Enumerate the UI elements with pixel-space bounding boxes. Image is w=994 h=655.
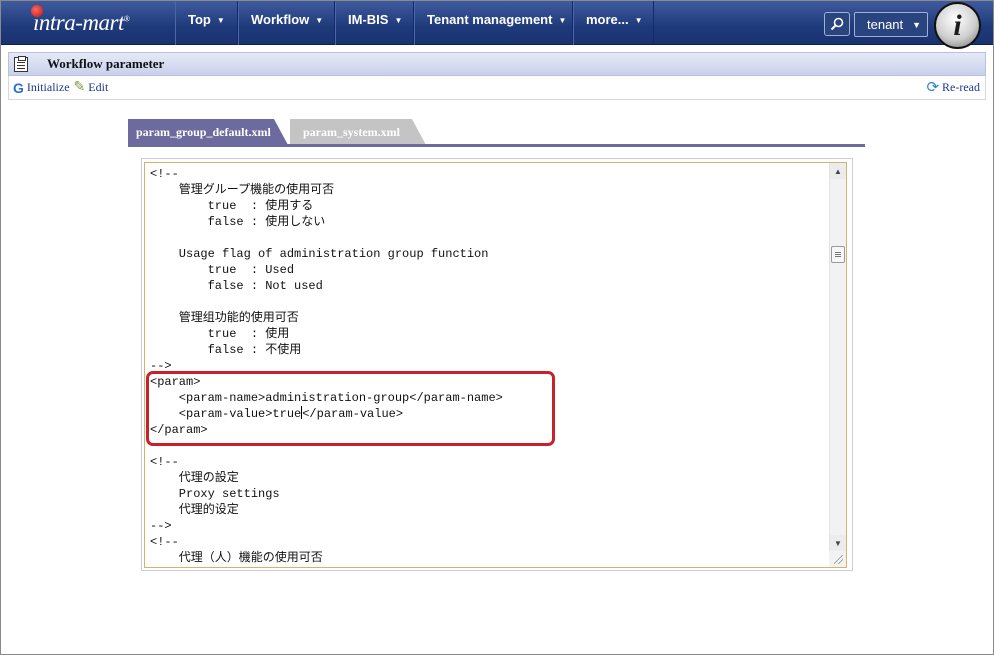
text-cursor bbox=[301, 406, 303, 419]
code-line: 管理组功能的使用可否 bbox=[150, 311, 299, 325]
code-line: false : 使用しない bbox=[150, 215, 326, 229]
code-line: --> bbox=[150, 519, 172, 533]
file-tabs: param_group_default.xml param_system.xml bbox=[128, 119, 865, 145]
code-line: <!-- bbox=[150, 167, 179, 181]
code-line: false : Not used bbox=[150, 279, 323, 293]
initialize-button[interactable]: G Initialize bbox=[13, 80, 70, 96]
page-title: Workflow parameter bbox=[47, 56, 165, 71]
menu-item-label: Workflow bbox=[251, 12, 310, 27]
logo-text: intra-mart® bbox=[31, 5, 130, 36]
menu-item-label: Tenant management bbox=[427, 12, 553, 27]
edit-label: Edit bbox=[88, 80, 109, 94]
code-line: </param> bbox=[150, 423, 208, 437]
logo-dot-icon bbox=[31, 5, 43, 17]
resize-grip-icon[interactable] bbox=[829, 551, 846, 567]
chevron-down-icon: ▼ bbox=[216, 16, 225, 25]
menu-item-label: Top bbox=[188, 12, 211, 27]
code-line: 代理的设定 bbox=[150, 503, 239, 517]
tab-param-system[interactable]: param_system.xml bbox=[290, 119, 426, 145]
chevron-down-icon: ▼ bbox=[394, 16, 403, 25]
vertical-scrollbar[interactable]: ▲ ▼ bbox=[829, 163, 846, 567]
chevron-down-icon: ▼ bbox=[315, 16, 324, 25]
tab-label: param_group_default.xml bbox=[136, 124, 271, 139]
initialize-label: Initialize bbox=[26, 80, 70, 94]
scroll-up-arrow-icon[interactable]: ▲ bbox=[830, 163, 846, 179]
chevron-down-icon: ▼ bbox=[634, 16, 643, 25]
code-line: <!-- bbox=[150, 535, 179, 549]
menu-item-top[interactable]: Top ▼ bbox=[175, 1, 238, 45]
code-line: true : 使用する bbox=[150, 199, 314, 213]
code-content: <!-- 管理グループ機能の使用可否 true : 使用する false : 使… bbox=[150, 166, 503, 566]
xml-editor-textarea[interactable]: <!-- 管理グループ機能の使用可否 true : 使用する false : 使… bbox=[144, 162, 847, 568]
pencil-icon: ✎ bbox=[73, 80, 86, 95]
code-line: 代理（人）機能の使用可否 bbox=[150, 551, 323, 565]
code-line: 代理の設定 bbox=[150, 471, 239, 485]
reread-button[interactable]: ⟳ Re-read bbox=[926, 78, 980, 97]
chevron-down-icon: ▼ bbox=[912, 19, 922, 30]
page-toolbar: G Initialize ✎ Edit ⟳ Re-read bbox=[8, 76, 986, 100]
tab-param-group-default[interactable]: param_group_default.xml bbox=[128, 119, 288, 145]
code-line: true : 使用 bbox=[150, 327, 290, 341]
tab-label: param_system.xml bbox=[303, 124, 400, 139]
edit-button[interactable]: ✎ Edit bbox=[74, 79, 109, 96]
code-line: Usage flag of administration group funct… bbox=[150, 247, 489, 261]
menu-item-im-bis[interactable]: IM-BIS ▼ bbox=[335, 1, 414, 45]
tenant-dropdown[interactable]: tenant ▼ bbox=[854, 12, 928, 37]
scroll-thumb[interactable] bbox=[831, 246, 845, 263]
menu-item-tenant-management[interactable]: Tenant management ▼ bbox=[414, 1, 573, 45]
tab-underline bbox=[128, 144, 865, 147]
reread-label: Re-read bbox=[942, 80, 980, 94]
search-icon bbox=[830, 17, 844, 31]
menu-item-label: more... bbox=[586, 12, 629, 27]
code-line: true : Used bbox=[150, 263, 295, 277]
code-line: <!-- bbox=[150, 455, 179, 469]
code-line: --> bbox=[150, 359, 172, 373]
refresh-icon: ⟳ bbox=[926, 80, 940, 96]
code-line: 管理グループ機能の使用可否 bbox=[150, 183, 335, 197]
chevron-down-icon: ▼ bbox=[558, 16, 567, 25]
search-button[interactable] bbox=[824, 12, 850, 36]
clipboard-icon bbox=[14, 55, 28, 72]
code-line: <param-value>true</param-value> bbox=[150, 406, 404, 421]
tenant-label: tenant bbox=[867, 17, 904, 32]
code-line: <param> bbox=[150, 375, 201, 389]
page-header: Workflow parameter bbox=[8, 52, 986, 76]
user-icon: i bbox=[953, 8, 962, 42]
user-menu-button[interactable]: i bbox=[934, 2, 981, 49]
menu-item-label: IM-BIS bbox=[348, 12, 389, 27]
main-menu: Top ▼ Workflow ▼ IM-BIS ▼ Tenant management ▼ mo… bbox=[175, 1, 654, 45]
scroll-down-arrow-icon[interactable]: ▼ bbox=[830, 535, 846, 551]
menu-item-workflow[interactable]: Workflow ▼ bbox=[238, 1, 335, 45]
intra-mart-logo[interactable]: intra-mart® bbox=[1, 1, 175, 45]
menu-item-more[interactable]: more... ▼ bbox=[573, 1, 654, 45]
code-line: <param-name>administration-group</param-… bbox=[150, 391, 503, 405]
initialize-icon: G bbox=[13, 79, 24, 96]
code-line: false : 不使用 bbox=[150, 343, 302, 357]
top-navigation-bar: intra-mart® Top ▼ Workflow ▼ IM-BIS ▼ Tenant m… bbox=[1, 1, 993, 49]
code-line: Proxy settings bbox=[150, 487, 280, 501]
